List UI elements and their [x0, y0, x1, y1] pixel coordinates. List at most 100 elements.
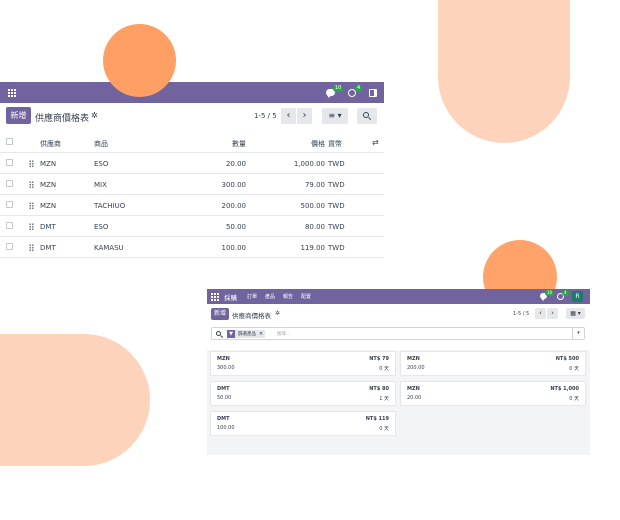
card-price: NT$ 79	[369, 356, 389, 362]
apps-menu-icon[interactable]	[8, 89, 16, 97]
apps-menu-icon[interactable]	[211, 293, 219, 301]
pager-previous-button[interactable]: ‹	[281, 108, 296, 124]
table-row[interactable]: DMT ESO 50.00 80.00 TWD	[0, 216, 384, 237]
kanban-card[interactable]: DMT 50.00 NT$ 80 1 天	[210, 381, 396, 406]
card-quantity: 100.00	[217, 425, 235, 431]
menu-item-products[interactable]: 產品	[265, 293, 275, 300]
view-switcher-button[interactable]: ≡ ▾	[322, 108, 348, 124]
pager-value[interactable]: 1-5 / 5	[513, 311, 529, 317]
view-switcher-button[interactable]: ▦ ▾	[566, 308, 585, 319]
search-bar[interactable]: ▼ 篩選產品 ✕ 搜尋... ▾	[211, 327, 585, 340]
menu-item-configuration[interactable]: 配置	[301, 293, 311, 300]
column-header-price[interactable]: 價格	[311, 139, 325, 149]
kanban-view-window: 採購 訂單 產品 報告 配置 10 4 R 新增 供應商價格表 ✲ 1-5 / …	[207, 289, 590, 455]
column-header-currency[interactable]: 貨幣	[328, 139, 342, 149]
facet-label: 篩選產品	[238, 332, 256, 337]
kanban-card[interactable]: MZN 20.00 NT$ 1,000 0 天	[400, 381, 586, 406]
page-title: 供應商價格表	[35, 114, 90, 124]
cell-quantity: 200.00	[221, 202, 247, 210]
kanban-card[interactable]: MZN 200.00 NT$ 500 0 天	[400, 351, 586, 376]
card-delay: 0 天	[569, 396, 579, 402]
drag-handle-icon[interactable]	[29, 181, 34, 189]
new-button[interactable]: 新增	[211, 308, 229, 320]
messages-badge: 10	[333, 85, 344, 92]
card-price: NT$ 119	[365, 416, 389, 422]
search-options-toggle[interactable]: ▾	[572, 328, 584, 339]
cell-quantity: 50.00	[225, 223, 246, 231]
side-panel-icon[interactable]	[369, 89, 377, 97]
table-row[interactable]: DMT KAMASU 100.00 119.00 TWD	[0, 237, 384, 258]
card-vendor: MZN	[407, 386, 420, 392]
search-input[interactable]: 搜尋...	[277, 331, 290, 337]
cell-currency: TWD	[328, 160, 345, 168]
cell-vendor: MZN	[40, 181, 57, 189]
menu-item-orders[interactable]: 訂單	[247, 293, 257, 300]
card-quantity: 20.00	[407, 395, 422, 401]
menu-item-reports[interactable]: 報告	[283, 293, 293, 300]
cell-price: 79.00	[304, 181, 325, 189]
drag-handle-icon[interactable]	[29, 202, 34, 210]
card-price: NT$ 500	[555, 356, 579, 362]
cell-quantity: 20.00	[225, 160, 246, 168]
table-row[interactable]: MZN MIX 300.00 79.00 TWD	[0, 174, 384, 195]
cell-product: MIX	[94, 181, 107, 189]
decor-peach-half-circle	[0, 334, 150, 466]
facet-remove-icon[interactable]: ✕	[259, 331, 265, 337]
cell-price: 1,000.00	[293, 160, 325, 168]
cell-quantity: 300.00	[221, 181, 247, 189]
optional-columns-icon[interactable]: ⇄	[372, 138, 379, 147]
app-brand[interactable]: 採購	[224, 292, 237, 302]
card-price: NT$ 1,000	[550, 386, 579, 392]
pager-next-button[interactable]: ›	[547, 308, 558, 319]
row-checkbox[interactable]	[6, 159, 13, 166]
card-vendor: MZN	[407, 356, 420, 362]
filter-icon: ▼	[227, 330, 235, 338]
page-title: 供應商價格表	[232, 312, 271, 320]
search-icon	[216, 331, 221, 336]
activity-badge: 4	[562, 290, 569, 296]
cell-product: ESO	[94, 223, 109, 231]
row-checkbox[interactable]	[6, 180, 13, 187]
pager-next-button[interactable]: ›	[297, 108, 312, 124]
list-view-window: 10 4 新增 供應商價格表 ✲ 1-5 / 5 ‹ › ≡ ▾ 供應商 商品 …	[0, 82, 384, 262]
control-panel: 新增 供應商價格表 ✲ 1-5 / 5 ‹ › ≡ ▾	[0, 103, 384, 129]
table-row[interactable]: MZN ESO 20.00 1,000.00 TWD	[0, 153, 384, 174]
column-header-product[interactable]: 商品	[94, 139, 108, 149]
kanban-card[interactable]: MZN 300.00 NT$ 79 0 天	[210, 351, 396, 376]
cell-product: KAMASU	[94, 244, 124, 252]
drag-handle-icon[interactable]	[29, 244, 34, 252]
control-panel: 新增 供應商價格表 ✲ 1-5 / 5 ‹ › ▦ ▾ ▼ 篩選產品 ✕ 搜尋.…	[207, 304, 590, 350]
pager-value[interactable]: 1-5 / 5	[254, 112, 277, 120]
select-all-checkbox[interactable]	[6, 138, 13, 145]
decor-orange-circle-top	[103, 24, 176, 97]
gear-icon[interactable]: ✲	[275, 310, 280, 317]
search-facet[interactable]: ▼ 篩選產品 ✕	[227, 330, 266, 338]
card-delay: 1 天	[379, 396, 389, 402]
user-avatar[interactable]: R	[572, 291, 583, 302]
new-button[interactable]: 新增	[6, 107, 31, 124]
cell-product: ESO	[94, 160, 109, 168]
cell-vendor: MZN	[40, 202, 57, 210]
cell-vendor: DMT	[40, 244, 56, 252]
table-row[interactable]: MZN TACHIUO 200.00 500.00 TWD	[0, 195, 384, 216]
kanban-card[interactable]: DMT 100.00 NT$ 119 0 天	[210, 411, 396, 436]
pager-previous-button[interactable]: ‹	[535, 308, 546, 319]
messages-badge: 10	[545, 290, 555, 296]
price-list-table: 供應商 商品 數量 價格 貨幣 ⇄ MZN ESO 20.00 1,000.00…	[0, 132, 384, 258]
card-delay: 0 天	[379, 366, 389, 372]
drag-handle-icon[interactable]	[29, 160, 34, 168]
cell-currency: TWD	[328, 223, 345, 231]
row-checkbox[interactable]	[6, 222, 13, 229]
row-checkbox[interactable]	[6, 243, 13, 250]
column-header-vendor[interactable]: 供應商	[40, 139, 61, 149]
row-checkbox[interactable]	[6, 201, 13, 208]
gear-icon[interactable]: ✲	[91, 111, 98, 120]
cell-price: 500.00	[300, 202, 326, 210]
search-toggle-button[interactable]	[357, 108, 377, 124]
column-header-quantity[interactable]: 數量	[232, 139, 246, 149]
card-delay: 0 天	[569, 366, 579, 372]
drag-handle-icon[interactable]	[29, 223, 34, 231]
card-quantity: 200.00	[407, 365, 425, 371]
card-quantity: 50.00	[217, 395, 232, 401]
cell-currency: TWD	[328, 244, 345, 252]
